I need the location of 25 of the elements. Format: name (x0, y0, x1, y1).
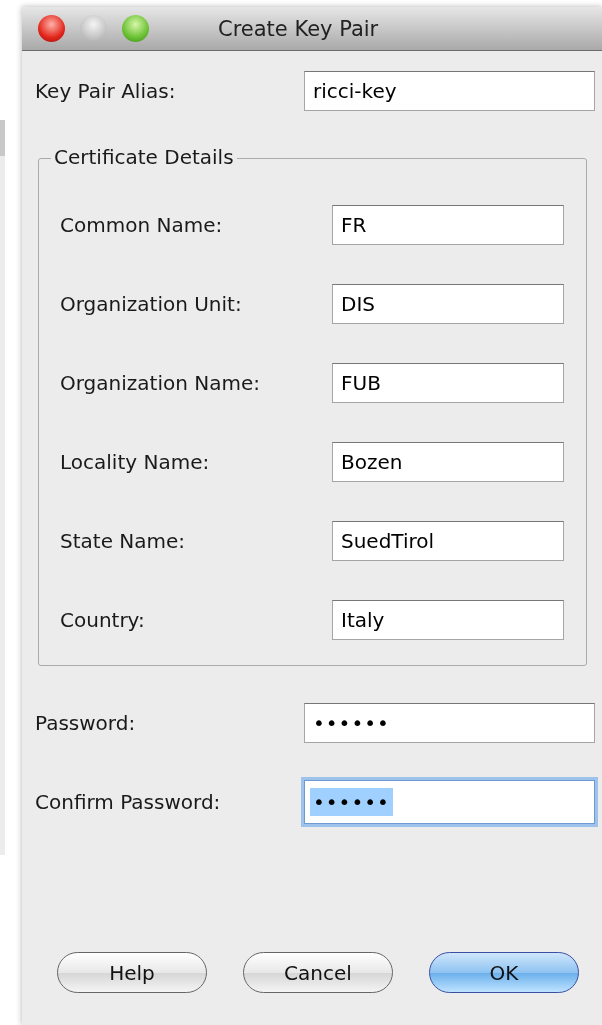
text-field[interactable]: DIS (332, 284, 564, 324)
field-label: Locality Name: (60, 450, 210, 474)
text-field[interactable]: FUB (332, 363, 564, 403)
dialog-button[interactable]: Cancel (243, 952, 393, 993)
field-label: State Name: (60, 529, 186, 553)
text-field[interactable]: SuedTirol (332, 521, 564, 561)
close-button[interactable] (38, 15, 65, 42)
password-field[interactable]: •••••• (304, 780, 595, 824)
dialog-button[interactable]: Help (57, 952, 207, 993)
field-label: Organization Name: (60, 371, 260, 395)
text-field[interactable]: FR (332, 205, 564, 245)
alias-field[interactable]: ricci-key (304, 71, 595, 111)
minimize-button[interactable] (80, 15, 107, 42)
field-label: Common Name: (60, 213, 223, 237)
text-field[interactable]: Italy (332, 600, 564, 640)
window-title: Create Key Pair (218, 16, 379, 41)
field-label: Country: (60, 608, 145, 632)
field-label: Confirm Password: (35, 790, 221, 814)
field-label: Password: (35, 711, 136, 735)
field-label: Key Pair Alias: (35, 79, 176, 103)
field-label: Organization Unit: (60, 292, 242, 316)
ok-button[interactable]: OK (429, 952, 579, 993)
password-field[interactable]: •••••• (304, 703, 595, 743)
text-field[interactable]: Bozen (332, 442, 564, 482)
zoom-button[interactable] (122, 15, 149, 42)
